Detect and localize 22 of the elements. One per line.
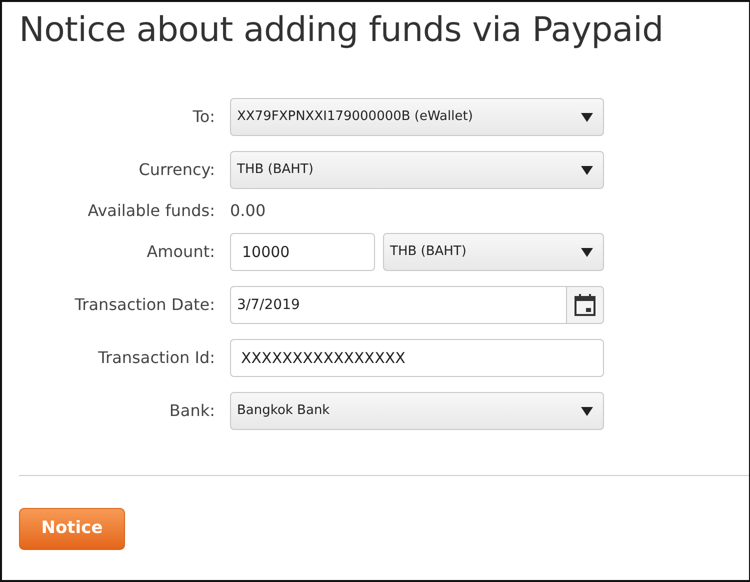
field-label: To: [192,106,216,128]
dropdown[interactable]: XX79FXPNXXI179000000B (eWallet) [230,98,604,136]
caret-icon [581,406,593,416]
field-label: Transaction Date: [74,294,216,316]
field-value: 0.00 [230,200,266,222]
dropdown[interactable]: Bangkok Bank [230,392,604,430]
date-field[interactable]: 3/7/2019 [230,286,567,324]
field-label: Bank: [168,400,216,422]
calendar-icon [574,293,596,317]
field-label: Currency: [138,159,216,181]
dropdown[interactable]: THB (BAHT) [230,151,604,189]
field-label: Amount: [146,241,216,263]
field-label: Available funds: [86,200,216,222]
amount-field[interactable]: 10000 [230,233,375,271]
caret-icon [581,166,593,174]
dropdown[interactable]: THB (BAHT) [383,233,604,271]
text-field[interactable]: XXXXXXXXXXXXXXXX [230,339,604,377]
caret-icon [581,248,593,256]
page-title: Notice about adding funds via Paypaid [19,9,664,52]
field-label: Transaction Id: [97,347,216,369]
caret-icon [581,112,593,122]
calendar-button[interactable] [567,286,604,324]
